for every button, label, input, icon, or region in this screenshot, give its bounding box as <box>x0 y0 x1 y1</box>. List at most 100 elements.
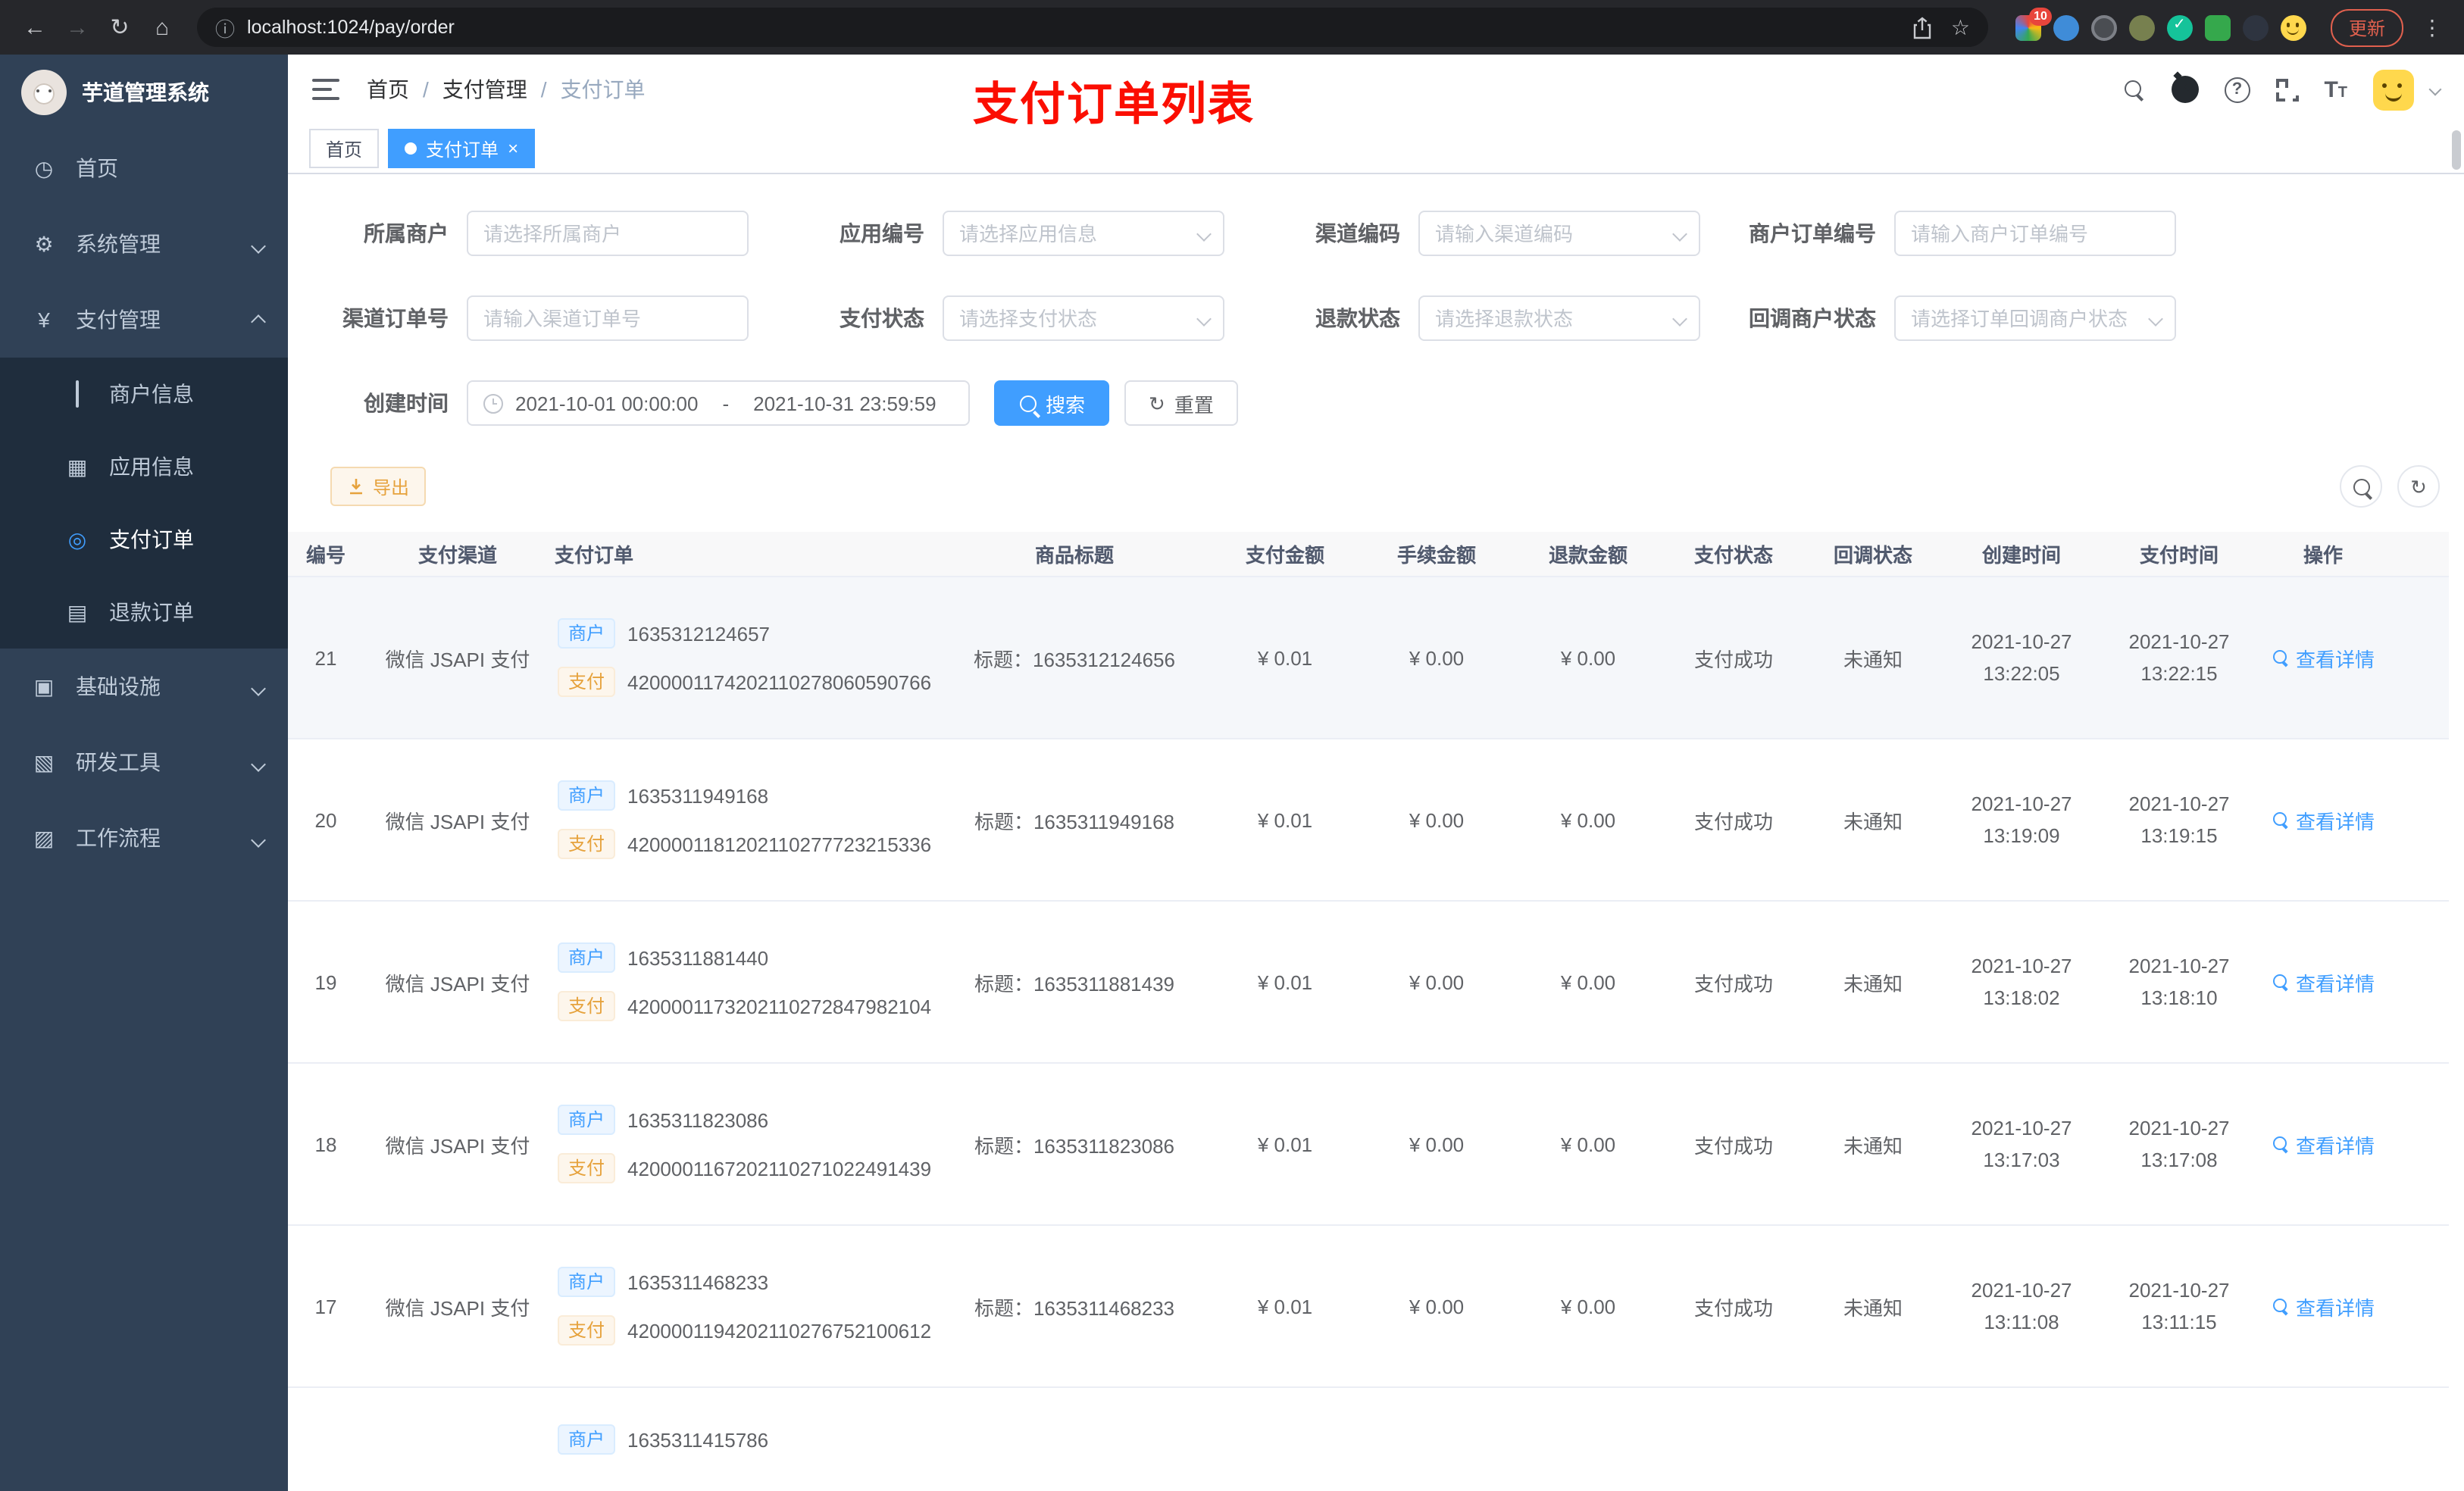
address-bar[interactable]: ⓘ localhost:1024/pay/order ☆ <box>197 8 1988 47</box>
merchant-tag: 商户 <box>558 942 616 973</box>
home-icon[interactable]: ⌂ <box>142 14 182 40</box>
channel-order-no-field[interactable] <box>467 295 749 341</box>
forward-icon[interactable]: → <box>58 14 97 40</box>
refund-status-input[interactable] <box>1435 307 1684 330</box>
refresh-table-button[interactable]: ↻ <box>2397 465 2440 508</box>
sidebar-item-infra[interactable]: ▣ 基础设施 <box>0 649 288 724</box>
cell-amount: ¥ 0.01 <box>1257 1295 1313 1318</box>
tab-pay-order[interactable]: 支付订单 × <box>388 129 536 168</box>
view-detail-link[interactable]: 查看详情 <box>2272 1130 2375 1158</box>
extension-icon[interactable] <box>2242 14 2269 40</box>
breadcrumb-home[interactable]: 首页 <box>367 74 409 105</box>
view-detail-link[interactable]: 查看详情 <box>2272 643 2375 672</box>
table-row[interactable]: 19 微信 JSAPI 支付 商户 1635311881440 支付 4200001… <box>288 902 2449 1064</box>
sidebar-item-dev-tools[interactable]: ▧ 研发工具 <box>0 724 288 800</box>
merchant-order-no-field[interactable] <box>1894 211 2176 256</box>
cell-notify: 未通知 <box>1843 648 1903 670</box>
notify-status-input[interactable] <box>1911 307 2159 330</box>
view-detail-link[interactable]: 查看详情 <box>2272 1292 2375 1321</box>
hamburger-icon[interactable] <box>312 79 339 100</box>
cell-id: 17 <box>314 1295 337 1318</box>
bookmark-star-icon[interactable]: ☆ <box>1951 14 1970 40</box>
create-time-range-picker[interactable]: 2021-10-01 00:00:00 - 2021-10-31 23:59:5… <box>467 380 970 426</box>
sidebar-item-merchant-info[interactable]: 商户信息 <box>0 358 288 430</box>
reset-button[interactable]: ↻ 重置 <box>1124 380 1238 426</box>
col-header: 操作 <box>2303 544 2343 567</box>
pay-status-select[interactable] <box>943 295 1224 341</box>
fullscreen-icon[interactable] <box>2275 78 2299 101</box>
extension-icon[interactable] <box>2204 14 2231 40</box>
app-id-input[interactable] <box>959 222 1208 245</box>
refund-status-select[interactable] <box>1418 295 1700 341</box>
chrome-update-button[interactable]: 更新 <box>2330 8 2403 46</box>
merchant-tag: 商户 <box>558 1424 616 1455</box>
filter-label: 渠道编码 <box>1315 221 1400 245</box>
cell-notify: 未通知 <box>1843 1296 1903 1319</box>
sidebar-item-app-info[interactable]: ▦ 应用信息 <box>0 430 288 503</box>
extension-icon[interactable] <box>2053 14 2079 40</box>
emoji-extension-icon[interactable] <box>2280 14 2306 40</box>
document-icon: ▤ <box>67 599 88 624</box>
pay-order-no: 4200001181202110277723215336 <box>627 833 932 855</box>
cell-pay-time: 2021-10-27 13:11:15 <box>2128 1279 2230 1333</box>
cell-refund: ¥ 0.00 <box>1560 808 1616 831</box>
help-icon[interactable]: ? <box>2224 77 2250 102</box>
table-row[interactable]: 18 微信 JSAPI 支付 商户 1635311823086 支付 4200001… <box>288 1064 2449 1226</box>
view-detail-link[interactable]: 查看详情 <box>2272 805 2375 834</box>
pay-status-input[interactable] <box>959 307 1208 330</box>
sidebar-logo[interactable]: 芋道管理系统 <box>0 55 288 130</box>
share-icon[interactable] <box>1913 16 1933 39</box>
merchant-input[interactable] <box>483 222 732 245</box>
search-icon[interactable] <box>2122 78 2145 101</box>
github-icon[interactable] <box>2171 76 2199 103</box>
sidebar-item-pay-order[interactable]: ◎ 支付订单 <box>0 503 288 576</box>
chevron-down-icon <box>251 239 266 254</box>
extension-icon[interactable]: 10 <box>2015 7 2052 40</box>
export-button[interactable]: 导出 <box>330 467 427 506</box>
extension-icon[interactable] <box>2090 14 2117 40</box>
font-size-icon[interactable]: TT <box>2324 77 2347 102</box>
chrome-menu-icon[interactable]: ⋮ <box>2416 14 2449 40</box>
sidebar-item-refund-order[interactable]: ▤ 退款订单 <box>0 576 288 649</box>
tab-close-icon[interactable]: × <box>508 139 518 158</box>
reload-icon[interactable]: ↻ <box>100 14 139 41</box>
table-row[interactable]: 20 微信 JSAPI 支付 商户 1635311949168 支付 4200001… <box>288 739 2449 902</box>
scrollbar-thumb[interactable] <box>2452 130 2461 170</box>
sidebar-item-home[interactable]: ◷ 首页 <box>0 130 288 206</box>
user-avatar[interactable] <box>2373 69 2414 110</box>
table-row-partial[interactable]: 商户 1635311415786 <box>288 1388 2449 1491</box>
cell-create-time: 2021-10-27 13:18:02 <box>1971 955 2072 1009</box>
sidebar-item-label: 退款订单 <box>109 600 194 624</box>
notify-status-select[interactable] <box>1894 295 2176 341</box>
tab-home[interactable]: 首页 <box>309 129 380 168</box>
back-icon[interactable]: ← <box>15 14 55 40</box>
sidebar: 芋道管理系统 ◷ 首页 ⚙ 系统管理 ¥ 支付管理 商户信息 ▦ 应用信息 ◎ … <box>0 55 288 1491</box>
merchant-order-no-input[interactable] <box>1911 222 2159 245</box>
cell-amount: ¥ 0.01 <box>1257 1133 1313 1155</box>
sidebar-item-payment[interactable]: ¥ 支付管理 <box>0 282 288 358</box>
channel-code-select[interactable] <box>1418 211 1700 256</box>
app-id-select[interactable] <box>943 211 1224 256</box>
view-detail-link[interactable]: 查看详情 <box>2272 967 2375 996</box>
workflow-icon: ▨ <box>33 825 55 849</box>
sidebar-item-workflow[interactable]: ▨ 工作流程 <box>0 800 288 876</box>
toggle-search-button[interactable] <box>2340 465 2382 508</box>
search-button[interactable]: 搜索 <box>994 380 1110 426</box>
merchant-select[interactable] <box>467 211 749 256</box>
avatar-caret-icon[interactable] <box>2428 83 2442 96</box>
search-icon <box>2272 649 2290 667</box>
table-row[interactable]: 17 微信 JSAPI 支付 商户 1635311468233 支付 4200001… <box>288 1226 2449 1388</box>
sidebar-item-system[interactable]: ⚙ 系统管理 <box>0 206 288 282</box>
refresh-icon: ↻ <box>2410 475 2427 498</box>
cell-pay-time: 2021-10-27 13:18:10 <box>2128 955 2230 1009</box>
date-start: 2021-10-01 00:00:00 <box>515 392 699 414</box>
channel-code-input[interactable] <box>1435 222 1684 245</box>
extension-icon[interactable] <box>2166 14 2193 40</box>
extension-icon[interactable] <box>2128 14 2155 40</box>
breadcrumb-payment[interactable]: 支付管理 <box>442 74 527 105</box>
channel-order-no-input[interactable] <box>483 307 732 330</box>
site-info-icon[interactable]: ⓘ <box>215 13 235 42</box>
chevron-down-icon <box>251 681 266 696</box>
sidebar-item-label: 首页 <box>76 156 118 180</box>
table-row[interactable]: 21 微信 JSAPI 支付 商户 1635312124657 支付 4200001… <box>288 577 2449 739</box>
